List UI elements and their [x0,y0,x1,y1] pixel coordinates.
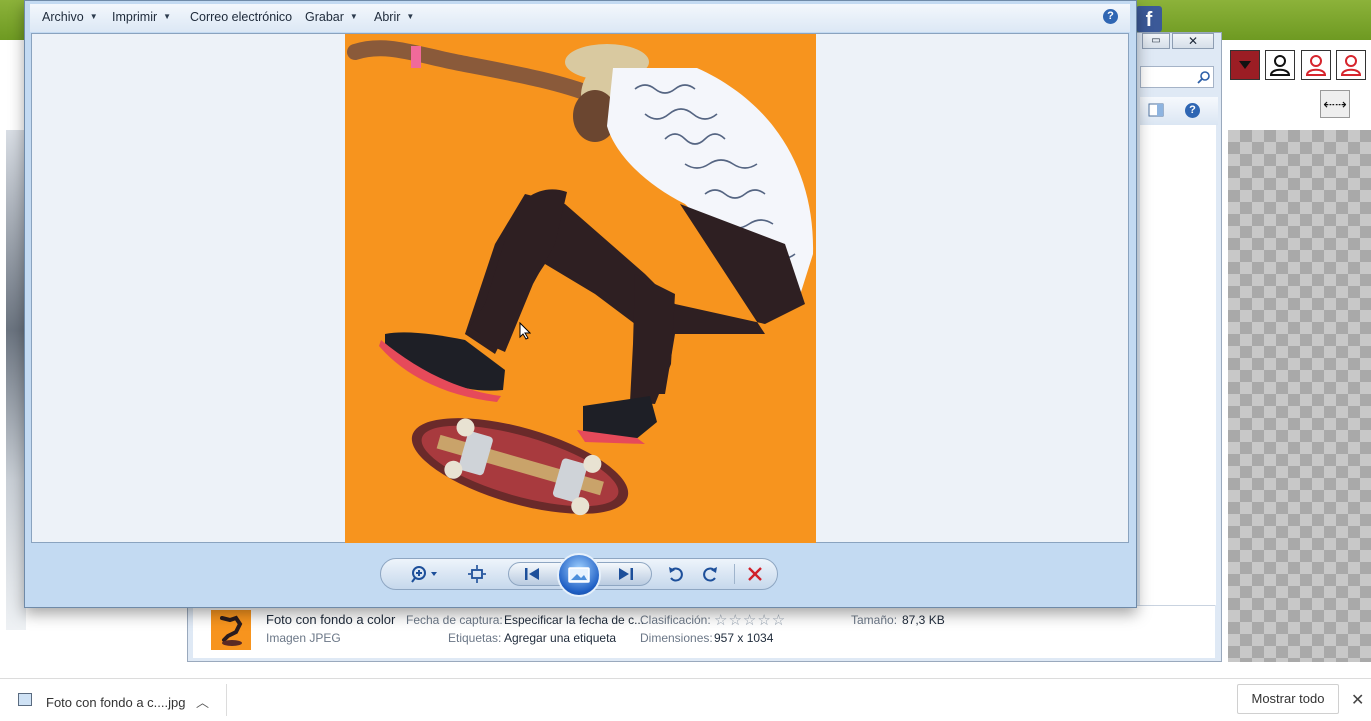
user-button-red[interactable] [1301,50,1331,80]
menu-correo-electronico[interactable]: Correo electrónico [190,4,292,30]
user-icon [1269,55,1291,76]
caret-down-icon: ▼ [89,12,98,21]
download-filename[interactable]: Foto con fondo a c....jpg [46,695,185,710]
rating-stars[interactable]: ☆☆☆☆☆ [714,611,786,629]
close-icon[interactable]: ✕ [1351,690,1364,710]
next-icon [619,568,633,580]
previous-icon [525,568,539,580]
skater-illustration [347,40,814,516]
skater-photo [345,34,816,543]
magnifier-zoom-icon [411,566,437,583]
rotate-counterclockwise-icon [669,567,683,582]
menu-grabar[interactable]: Grabar ▼ [305,4,358,30]
caret-down-icon: ▼ [349,12,358,21]
caret-down-icon [1239,61,1251,69]
background-photo-strip [6,130,26,630]
menu-imprimir[interactable]: Imprimir ▼ [112,4,171,30]
size-label: Tamaño: [851,613,898,627]
transparency-checkerboard [1228,130,1371,662]
file-type: Imagen JPEG [266,631,341,645]
chevron-up-icon[interactable]: ︿ [196,692,209,711]
search-icon [1197,71,1210,84]
dimensions-value: 957 x 1034 [714,631,774,645]
rating-label: Clasificación: [640,613,711,627]
next-button[interactable] [614,563,638,585]
menu-archivo[interactable]: Archivo ▼ [42,4,98,30]
slideshow-button[interactable] [557,553,601,597]
help-icon[interactable]: ? [1103,9,1118,24]
mouse-cursor-icon [519,322,531,340]
previous-button[interactable] [520,563,544,585]
capture-date-value[interactable]: Especificar la fecha de c... [504,613,644,627]
file-name: Foto con fondo a color [266,612,396,627]
zoom-button[interactable] [408,563,440,585]
caret-down-icon: ▼ [163,12,172,21]
explorer-search-field[interactable] [1140,66,1214,88]
rotate-left-button[interactable] [665,563,687,585]
download-divider [226,684,227,716]
dropdown-button[interactable] [1230,50,1260,80]
user-icon [1305,55,1327,76]
actual-size-icon [468,565,486,583]
skater-thumbnail-icon [220,615,243,646]
user-button-red-2[interactable] [1336,50,1366,80]
caret-down-icon: ▼ [406,12,415,21]
show-all-button[interactable]: Mostrar todo [1237,684,1339,714]
rotate-clockwise-icon [703,567,717,582]
actual-size-button[interactable] [465,563,489,585]
slideshow-icon [568,567,590,583]
menu-abrir[interactable]: Abrir ▼ [374,4,414,30]
tags-label: Etiquetas: [448,631,502,645]
swap-arrows-icon: ⇠⇢ [1323,95,1347,112]
control-separator [734,564,735,584]
image-file-icon [18,693,32,706]
close-window-button[interactable]: ✕ [1172,33,1214,49]
delete-icon [748,567,762,581]
facebook-icon[interactable]: f [1136,6,1162,32]
maximize-button[interactable]: ▭ [1142,33,1170,49]
rotate-right-button[interactable] [699,563,721,585]
swap-button[interactable]: ⇠⇢ [1320,90,1350,118]
dimensions-label: Dimensiones: [640,631,713,645]
size-value: 87,3 KB [902,613,945,627]
user-button-black[interactable] [1265,50,1295,80]
explorer-help-icon[interactable]: ? [1185,103,1200,118]
file-thumbnail [211,610,251,650]
delete-button[interactable] [744,563,766,585]
explorer-toolbar: ? [1140,97,1218,125]
tags-value[interactable]: Agregar una etiqueta [504,631,616,645]
explorer-content-area [1140,125,1216,605]
capture-date-label: Fecha de captura: [406,613,503,627]
user-icon [1340,55,1362,76]
preview-pane-icon[interactable] [1148,103,1164,117]
